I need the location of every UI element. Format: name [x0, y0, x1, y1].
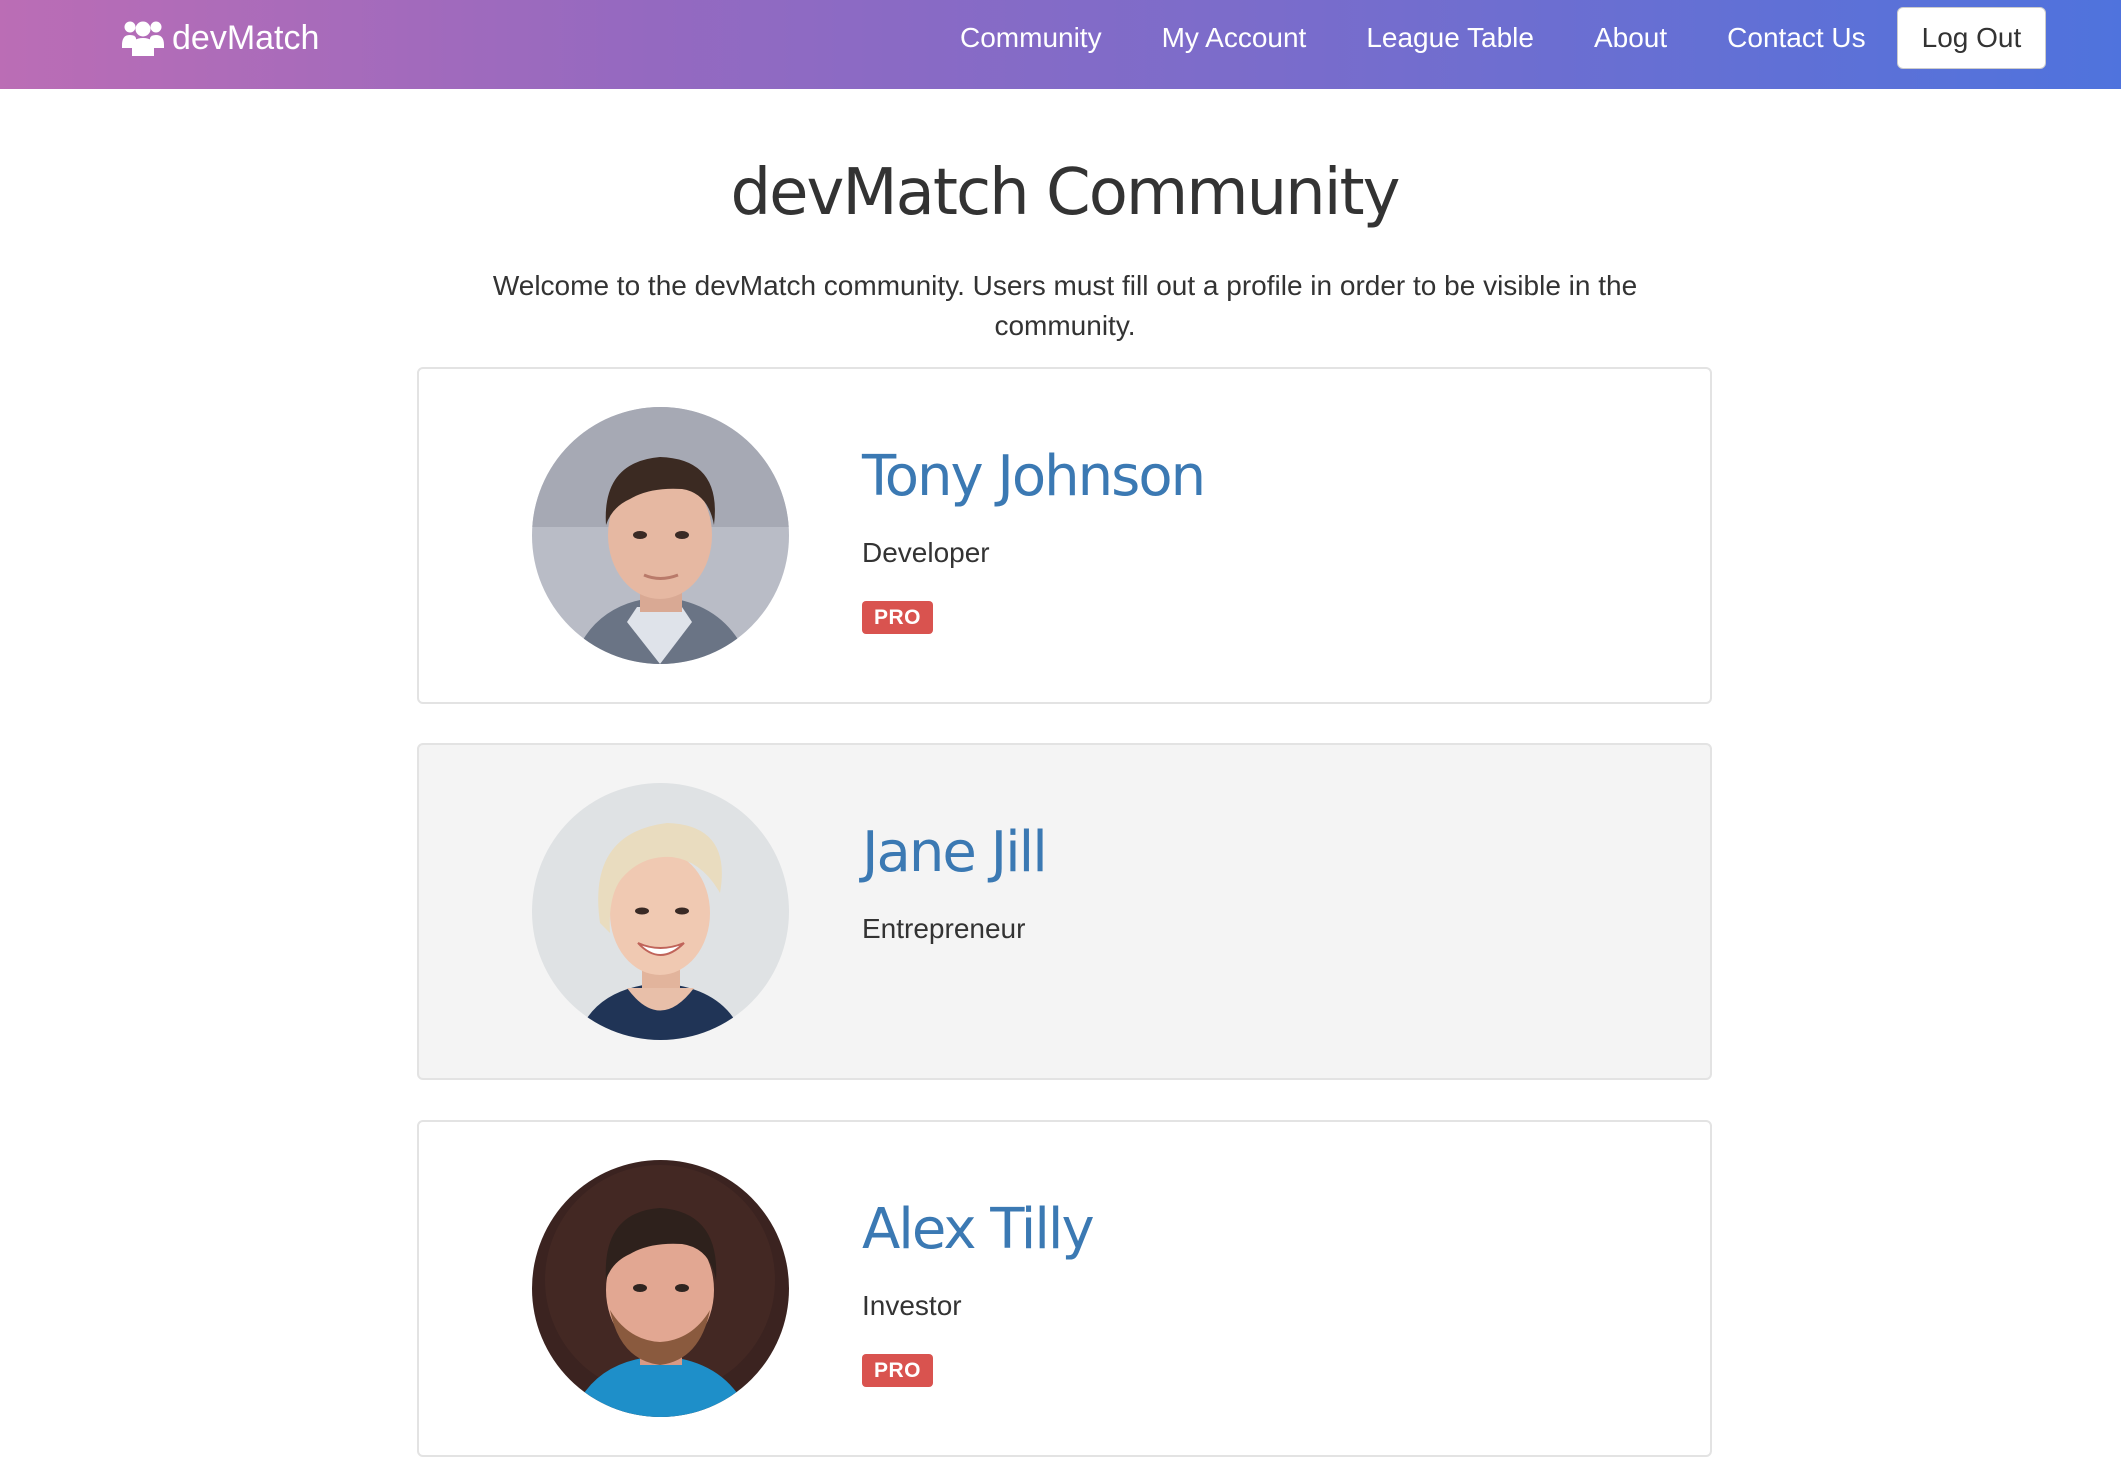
page-intro-text: Welcome to the devMatch community. Users…	[492, 270, 1638, 341]
nav-link-contact-us[interactable]: Contact Us	[1697, 22, 1896, 54]
top-navbar: devMatch Community My Account League Tab…	[0, 0, 2121, 89]
nav-link-about[interactable]: About	[1564, 22, 1697, 54]
user-name-link[interactable]: Jane Jill	[862, 820, 1048, 885]
avatar-alex-tilly[interactable]	[532, 1160, 789, 1417]
user-name-link[interactable]: Alex Tilly	[862, 1197, 1095, 1262]
nav-link-community[interactable]: Community	[930, 22, 1132, 54]
pro-badge: PRO	[862, 1354, 934, 1387]
brand-logo-link[interactable]: devMatch	[122, 0, 319, 76]
pro-badge: PRO	[862, 601, 934, 634]
nav-link-league-table[interactable]: League Table	[1336, 22, 1564, 54]
user-role: Entrepreneur	[862, 913, 1026, 944]
logout-button[interactable]: Log Out	[1896, 7, 2047, 69]
avatar-photo	[532, 783, 789, 1040]
brand-name: devMatch	[172, 18, 320, 57]
user-role: Investor	[862, 1290, 962, 1321]
user-card-tony-johnson[interactable]: Tony Johnson Developer PRO	[417, 367, 1712, 704]
users-icon	[122, 21, 164, 56]
nav-links: Community My Account League Table About …	[930, 0, 2047, 76]
user-name-link[interactable]: Tony Johnson	[862, 444, 1206, 509]
avatar-photo	[532, 1160, 789, 1417]
user-card-alex-tilly[interactable]: Alex Tilly Investor PRO	[417, 1120, 1712, 1457]
avatar-jane-jill[interactable]	[532, 783, 789, 1040]
nav-link-my-account[interactable]: My Account	[1132, 22, 1337, 54]
page-title: devMatch Community	[730, 156, 1401, 230]
user-role: Developer	[862, 537, 990, 568]
user-card-jane-jill[interactable]: Jane Jill Entrepreneur	[417, 743, 1712, 1080]
avatar-tony-johnson[interactable]	[532, 407, 789, 664]
avatar-photo	[532, 407, 789, 664]
